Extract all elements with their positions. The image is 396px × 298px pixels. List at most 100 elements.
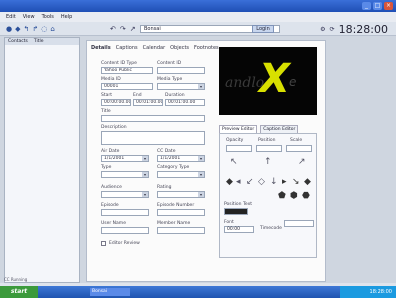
media-type-select[interactable]: ▾	[157, 83, 205, 90]
audience-label: Audience	[101, 185, 122, 190]
nav-forward-icon[interactable]: ↷	[120, 25, 126, 33]
air-date-label: Air Date	[101, 149, 120, 154]
media-id-label: Media ID	[101, 77, 121, 82]
episode-label: Episode	[101, 203, 119, 208]
start-label: Start	[101, 93, 112, 98]
align-left-icon[interactable]: ◆	[226, 178, 233, 187]
user-name-input[interactable]	[101, 227, 149, 234]
details-form: Details Captions Calendar Objects Footno…	[86, 40, 326, 282]
login-button[interactable]: Login	[252, 25, 274, 33]
start-input[interactable]: 00:00:00.00	[101, 99, 131, 106]
chevron-down-icon[interactable]: ▾	[142, 172, 148, 177]
home-icon[interactable]: ⌂	[50, 25, 54, 33]
arrow-down-right-icon[interactable]: ↘	[292, 178, 300, 187]
arrow-right-icon[interactable]: ▸	[282, 178, 287, 187]
chevron-down-icon[interactable]: ▾	[198, 192, 204, 197]
duration-label: Duration	[165, 93, 185, 98]
user-name-label: User Name	[101, 221, 126, 226]
sync-icon[interactable]: ⟳	[330, 26, 335, 33]
menu-edit[interactable]: Edit	[6, 14, 16, 20]
chevron-down-icon[interactable]: ▾	[142, 192, 148, 197]
rating-select[interactable]: ▾	[157, 191, 205, 198]
audience-select[interactable]: ▾	[101, 191, 149, 198]
editor-review-label: Editor Review	[109, 241, 140, 246]
video-logo-tail: e	[289, 75, 297, 89]
forward-icon[interactable]: ↱	[32, 25, 38, 33]
type-select[interactable]: ▾	[101, 171, 149, 178]
chevron-down-icon[interactable]: ▾	[198, 84, 204, 89]
nav-up-icon[interactable]: ↗	[130, 25, 136, 33]
open-icon[interactable]: ◆	[15, 25, 20, 33]
description-label: Description	[101, 125, 127, 130]
start-button[interactable]: start	[0, 286, 38, 298]
cc-date-input[interactable]: 1/1/2001 ▾	[157, 155, 205, 162]
center-icon[interactable]: ◇	[258, 178, 265, 187]
end-label: End	[133, 93, 142, 98]
editor-review-checkbox[interactable]	[101, 241, 106, 246]
tab-contacts[interactable]: Contacts	[8, 39, 28, 44]
settings-icon[interactable]: ⚙	[320, 26, 325, 33]
content-id-label: Content ID	[157, 61, 182, 66]
tab-details[interactable]: Details	[91, 45, 111, 51]
content-id-type-input[interactable]: Yahoo Public	[101, 67, 153, 74]
video-preview[interactable]: andlo X e	[219, 47, 317, 115]
calendar-icon[interactable]: ▾	[198, 156, 204, 161]
scale-input[interactable]	[286, 145, 312, 152]
close-button[interactable]: ×	[384, 2, 393, 10]
status-text: CC Running	[4, 277, 28, 282]
episode-number-input[interactable]	[157, 209, 205, 216]
media-id-input[interactable]: 00001	[101, 83, 153, 90]
tab-footnotes[interactable]: Footnotes	[194, 45, 219, 51]
episode-input[interactable]	[101, 209, 149, 216]
arrow-down-icon[interactable]: ↓	[270, 178, 278, 187]
type-label: Type	[101, 165, 112, 170]
opacity-input[interactable]	[226, 145, 252, 152]
chevron-down-icon[interactable]: ▾	[198, 172, 204, 177]
category-type-select[interactable]: ▾	[157, 171, 205, 178]
position-input[interactable]	[256, 145, 282, 152]
rating-label: Rating	[157, 185, 172, 190]
arrow-up-icon[interactable]: ↑	[264, 158, 272, 167]
tab-objects[interactable]: Objects	[170, 45, 189, 51]
shape-b-icon[interactable]: ⬢	[290, 192, 298, 201]
position-text-label: Position Text	[224, 202, 253, 207]
maximize-button[interactable]: □	[373, 2, 382, 10]
arrow-ul-icon[interactable]: ↖	[230, 158, 238, 167]
cc-date-label: CC Date	[157, 149, 176, 154]
taskbar: start Bonsai 18:28:00	[0, 286, 396, 298]
clock: 18:28:00	[338, 23, 388, 36]
arrow-down-left-icon[interactable]: ↙	[246, 178, 254, 187]
duration-input[interactable]: 00:01:00.00	[165, 99, 205, 106]
calendar-icon[interactable]: ▾	[142, 156, 148, 161]
description-input[interactable]	[101, 131, 205, 145]
end-input[interactable]: 00:01:00.00	[133, 99, 163, 106]
menu-tools[interactable]: Tools	[42, 14, 54, 20]
tab-title[interactable]: Title	[34, 39, 44, 44]
new-icon[interactable]: ●	[6, 25, 12, 33]
nav-back-icon[interactable]: ↶	[110, 25, 116, 33]
align-right-icon[interactable]: ◆	[304, 178, 311, 187]
timecode-input[interactable]	[284, 220, 314, 227]
font-input[interactable]: 00:00	[224, 226, 254, 233]
menu-view[interactable]: View	[23, 14, 35, 20]
shape-c-icon[interactable]: ⬣	[302, 192, 310, 201]
arrow-left-icon[interactable]: ◂	[236, 178, 241, 187]
air-date-input[interactable]: 1/1/2001 ▾	[101, 155, 149, 162]
position-text-swatch[interactable]	[224, 208, 248, 215]
member-name-label: Member Name	[157, 221, 191, 226]
arrow-ur-icon[interactable]: ↗	[298, 158, 306, 167]
menu-help[interactable]: Help	[61, 14, 72, 20]
position-label: Position	[258, 138, 276, 143]
taskbar-app-bonsai[interactable]: Bonsai	[90, 288, 130, 296]
tab-captions[interactable]: Captions	[116, 45, 138, 51]
system-tray: 18:28:00	[340, 286, 396, 298]
title-input[interactable]	[101, 115, 205, 122]
member-name-input[interactable]	[157, 227, 205, 234]
shape-a-icon[interactable]: ⬟	[278, 192, 286, 201]
tab-calendar[interactable]: Calendar	[143, 45, 165, 51]
refresh-icon[interactable]: ◌	[41, 25, 47, 33]
category-type-label: Category Type	[157, 165, 190, 170]
back-icon[interactable]: ↰	[24, 25, 30, 33]
content-id-input[interactable]	[157, 67, 205, 74]
minimize-button[interactable]: _	[362, 2, 371, 10]
